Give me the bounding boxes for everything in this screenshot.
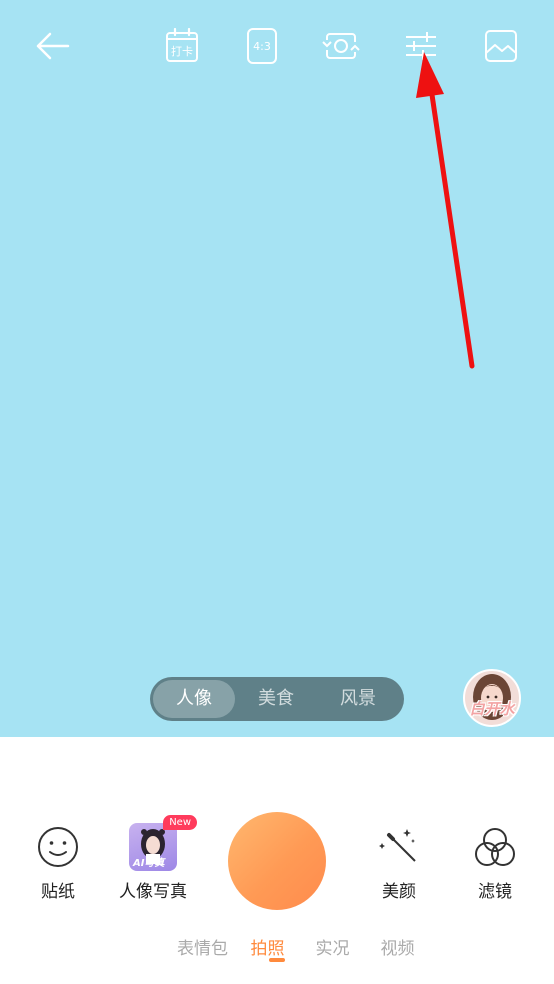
- portrait-photo-label: 人像写真: [119, 882, 187, 902]
- scene-food[interactable]: 美食: [235, 680, 317, 718]
- magic-wand-icon: [379, 829, 416, 862]
- tab-live[interactable]: 实况: [300, 934, 365, 959]
- filter-preview-avatar[interactable]: 白开水: [463, 669, 521, 727]
- adjust-button[interactable]: [401, 26, 441, 66]
- sticker-button[interactable]: 贴纸: [12, 822, 104, 902]
- gallery-button[interactable]: [481, 26, 521, 66]
- portrait-thumb-caption: AI写真: [133, 858, 165, 869]
- beauty-label: 美颜: [382, 882, 416, 902]
- flip-camera-icon: [322, 33, 360, 59]
- checkin-button[interactable]: 打卡: [162, 26, 202, 66]
- filter-name-label: 白开水: [469, 700, 515, 718]
- new-badge: New: [163, 815, 197, 830]
- checkin-label: 打卡: [171, 44, 193, 58]
- tab-photo[interactable]: 拍照: [235, 934, 300, 959]
- scene-landscape[interactable]: 风景: [317, 680, 399, 718]
- sticker-label: 贴纸: [41, 882, 75, 902]
- scene-portrait[interactable]: 人像: [153, 680, 235, 718]
- portrait-photo-button[interactable]: AI写真 New 人像写真: [107, 815, 199, 902]
- back-arrow-icon: [36, 32, 70, 60]
- camera-preview[interactable]: [0, 0, 554, 737]
- gallery-icon: [485, 30, 517, 62]
- adjust-sliders-icon: [406, 32, 436, 60]
- scene-selector: 人像 美食 风景: [150, 677, 404, 721]
- shutter-button[interactable]: [228, 812, 326, 910]
- filter-circles-icon: [475, 828, 515, 866]
- mode-tabs: 表情包 拍照 实况 视频: [170, 934, 430, 959]
- tab-emoji[interactable]: 表情包: [170, 934, 235, 959]
- active-tab-indicator: [269, 958, 285, 962]
- camera-screen: 打卡 4:3 人像 美食 风景 白开水 贴纸 AI写真 New 人像写真 美颜 …: [0, 0, 554, 984]
- calendar-icon: 打卡: [166, 28, 198, 62]
- flip-camera-button[interactable]: [321, 26, 361, 66]
- beauty-button[interactable]: 美颜: [353, 822, 445, 902]
- filter-label: 滤镜: [478, 882, 512, 902]
- filter-button[interactable]: 滤镜: [449, 822, 541, 902]
- back-button[interactable]: [32, 26, 72, 66]
- smiley-icon: [38, 827, 78, 867]
- tab-video[interactable]: 视频: [365, 934, 430, 959]
- aspect-ratio-icon: 4:3: [247, 28, 277, 64]
- aspect-ratio-label: 4:3: [253, 40, 271, 53]
- aspect-ratio-button[interactable]: 4:3: [242, 26, 282, 66]
- portrait-thumbnail: AI写真 New: [129, 815, 197, 871]
